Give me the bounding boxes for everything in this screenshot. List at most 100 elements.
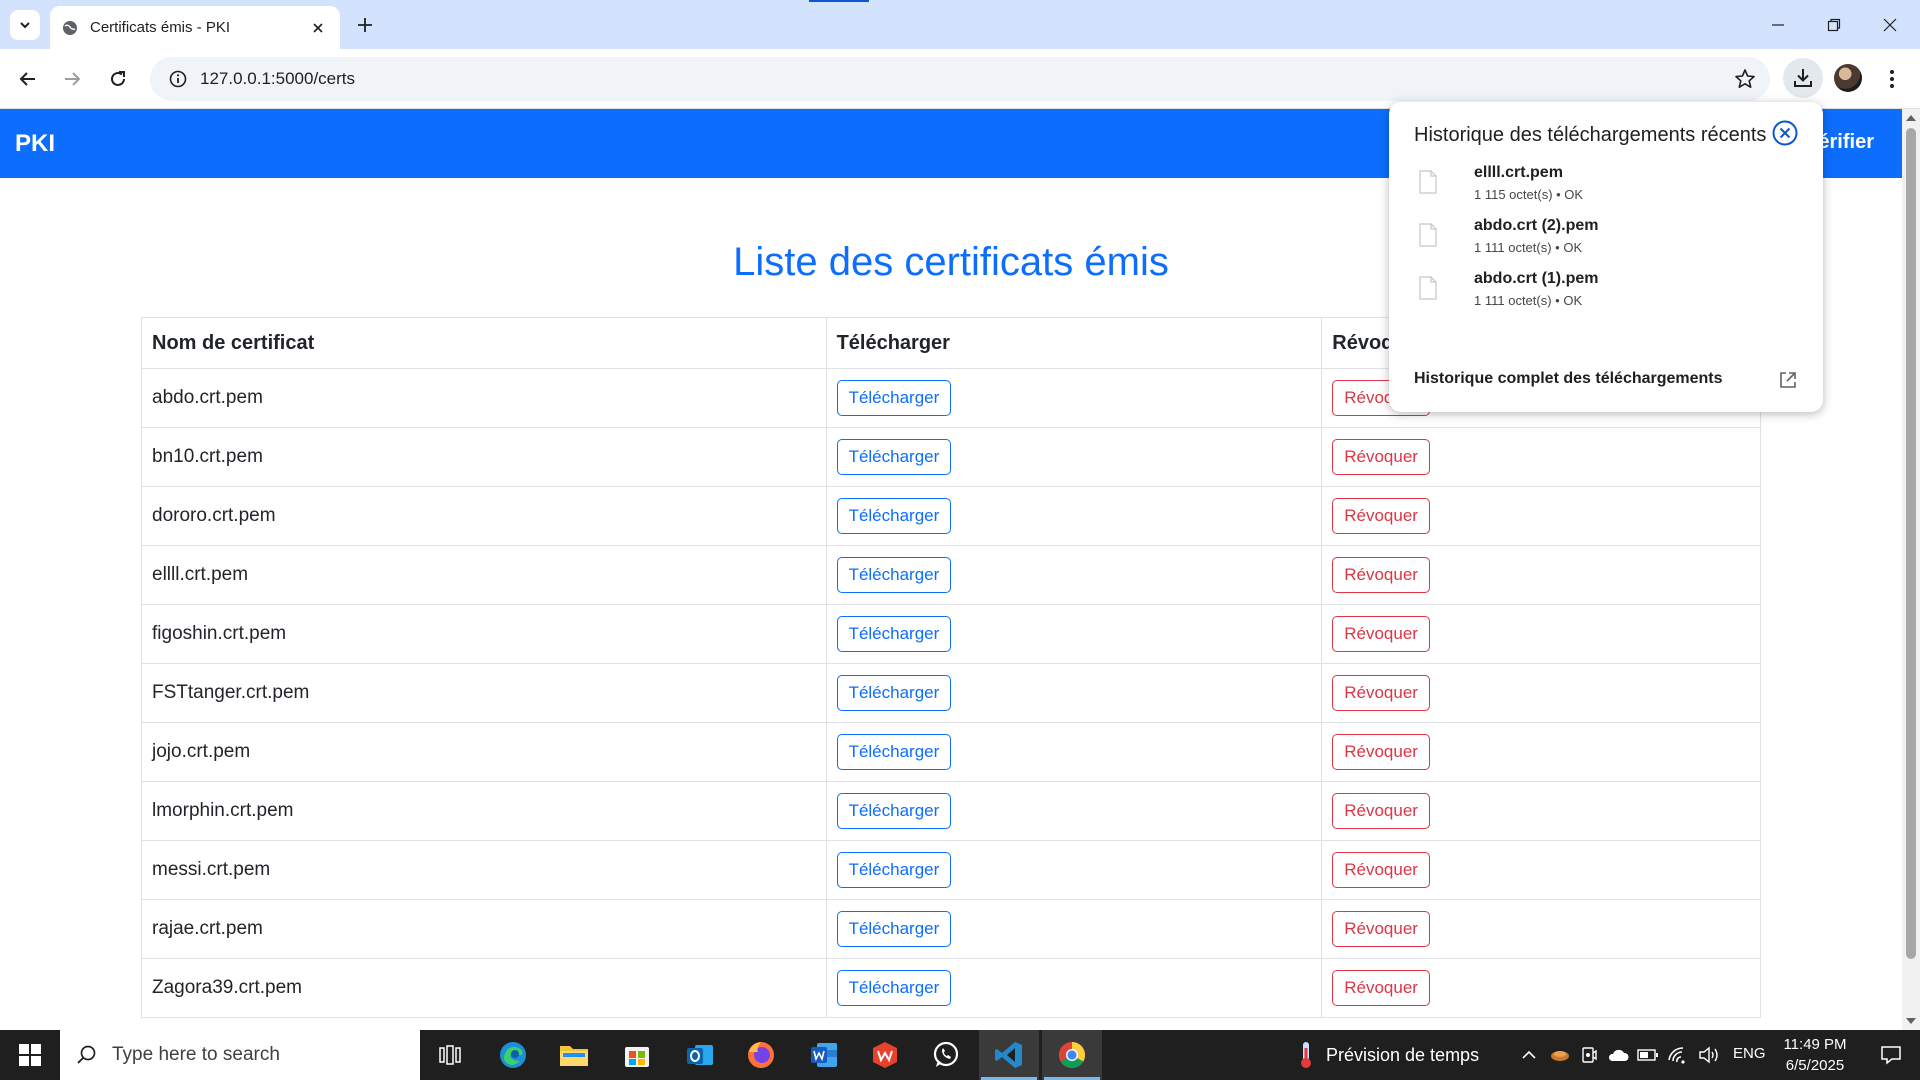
minimize-button[interactable] <box>1750 0 1806 49</box>
download-button[interactable]: Télécharger <box>836 616 952 652</box>
close-circle-icon[interactable] <box>1772 120 1798 146</box>
download-item[interactable]: abdo.crt (2).pem 1 111 octet(s) • OK <box>1419 217 1799 267</box>
chrome-icon[interactable] <box>1042 1030 1102 1080</box>
cert-name: messi.crt.pem <box>152 859 271 880</box>
wifi-icon[interactable] <box>1664 1030 1692 1080</box>
wps-office-icon[interactable] <box>855 1030 915 1080</box>
tray-app-icon[interactable] <box>1546 1030 1574 1080</box>
cert-name: jojo.crt.pem <box>152 741 251 762</box>
input-language-indicator[interactable]: ENG <box>1733 1045 1766 1062</box>
reload-button[interactable] <box>103 64 133 94</box>
cert-name-cell: bn10.crt.pem <box>141 427 827 487</box>
forward-button[interactable] <box>57 64 87 94</box>
onedrive-cloud-icon[interactable] <box>1604 1030 1632 1080</box>
tab-search-button[interactable] <box>10 10 40 40</box>
download-button[interactable]: Télécharger <box>836 675 952 711</box>
outlook-icon[interactable] <box>670 1030 730 1080</box>
tab-close-icon[interactable] <box>308 18 328 38</box>
windows-taskbar: Type here to search Prévision de temps E… <box>0 1030 1920 1080</box>
download-button[interactable]: Télécharger <box>836 380 952 416</box>
full-download-history-link[interactable]: Historique complet des téléchargements <box>1414 370 1723 388</box>
download-button[interactable]: Télécharger <box>836 793 952 829</box>
cert-name: abdo.crt.pem <box>152 387 263 408</box>
download-button[interactable]: Télécharger <box>836 734 952 770</box>
weather-widget[interactable]: Prévision de temps <box>1298 1030 1479 1080</box>
download-button[interactable]: Télécharger <box>836 439 952 475</box>
microsoft-store-icon[interactable] <box>607 1030 667 1080</box>
bookmark-star-icon[interactable] <box>1734 68 1756 95</box>
profile-avatar[interactable] <box>1834 64 1862 92</box>
scroll-up-arrow-icon[interactable] <box>1906 113 1916 123</box>
taskbar-clock[interactable]: 11:49 PM 6/5/2025 <box>1770 1034 1860 1076</box>
open-in-new-icon[interactable] <box>1778 370 1798 390</box>
revoke-cell: Révoquer <box>1321 427 1761 487</box>
scrollbar-thumb[interactable] <box>1906 128 1916 959</box>
revoke-button[interactable]: Révoquer <box>1332 911 1430 947</box>
scroll-down-arrow-icon[interactable] <box>1906 1016 1916 1026</box>
tabstrip-indicator <box>809 0 869 2</box>
downloads-button[interactable] <box>1783 58 1823 98</box>
meet-now-icon[interactable] <box>1576 1030 1602 1080</box>
revoke-button[interactable]: Révoquer <box>1332 970 1430 1006</box>
download-item[interactable]: abdo.crt (1).pem 1 111 octet(s) • OK <box>1419 270 1799 320</box>
browser-tabstrip: Certificats émis - PKI <box>0 0 1920 49</box>
cert-name: figoshin.crt.pem <box>152 623 287 644</box>
close-icon <box>1883 18 1897 31</box>
app-brand[interactable]: PKI <box>15 130 55 158</box>
show-hidden-icons-chevron-icon[interactable] <box>1516 1030 1542 1080</box>
tab-title: Certificats émis - PKI <box>90 19 231 36</box>
revoke-button[interactable]: Révoquer <box>1332 793 1430 829</box>
browser-tab-active[interactable]: Certificats émis - PKI <box>50 6 340 49</box>
revoke-button[interactable]: Révoquer <box>1332 852 1430 888</box>
taskbar-search-box[interactable]: Type here to search <box>60 1030 420 1080</box>
start-button[interactable] <box>0 1030 60 1080</box>
download-file-meta: 1 111 octet(s) • OK <box>1474 293 1583 308</box>
download-cell: Télécharger <box>825 781 1323 841</box>
cert-name: FSTtanger.crt.pem <box>152 682 310 703</box>
word-icon[interactable] <box>794 1030 854 1080</box>
windows-logo-icon <box>19 1044 41 1066</box>
download-button[interactable]: Télécharger <box>836 911 952 947</box>
download-file-meta: 1 115 octet(s) • OK <box>1474 187 1584 202</box>
revoke-button[interactable]: Révoquer <box>1332 439 1430 475</box>
notification-center-icon[interactable] <box>1862 1030 1920 1080</box>
restore-button[interactable] <box>1806 0 1862 49</box>
vscode-icon[interactable] <box>979 1030 1039 1080</box>
browser-menu-button[interactable] <box>1880 64 1904 94</box>
revoke-button[interactable]: Révoquer <box>1332 734 1430 770</box>
download-icon <box>1794 69 1812 87</box>
file-icon <box>1419 276 1437 300</box>
weather-text: Prévision de temps <box>1326 1044 1480 1065</box>
download-button[interactable]: Télécharger <box>836 970 952 1006</box>
revoke-button[interactable]: Révoquer <box>1332 498 1430 534</box>
revoke-button[interactable]: Révoquer <box>1332 557 1430 593</box>
revoke-button[interactable]: Révoquer <box>1332 675 1430 711</box>
battery-icon[interactable] <box>1634 1030 1662 1080</box>
clock-time: 11:49 PM <box>1783 1036 1847 1053</box>
back-button[interactable] <box>13 64 43 94</box>
download-item[interactable]: ellll.crt.pem 1 115 octet(s) • OK <box>1419 164 1799 214</box>
download-button[interactable]: Télécharger <box>836 852 952 888</box>
column-header-name: Nom de certificat <box>141 317 827 369</box>
site-info-icon[interactable] <box>156 70 200 88</box>
task-view-icon[interactable] <box>420 1030 480 1080</box>
close-window-button[interactable] <box>1862 0 1918 49</box>
download-button[interactable]: Télécharger <box>836 557 952 593</box>
volume-icon[interactable] <box>1694 1030 1724 1080</box>
edge-icon[interactable] <box>483 1030 543 1080</box>
revoke-cell: Révoquer <box>1321 663 1761 723</box>
reload-icon <box>111 71 125 86</box>
download-button[interactable]: Télécharger <box>836 498 952 534</box>
firefox-icon[interactable] <box>731 1030 791 1080</box>
revoke-cell: Révoquer <box>1321 840 1761 900</box>
address-bar[interactable]: 127.0.0.1:5000/certs <box>150 57 1770 101</box>
whatsapp-icon[interactable] <box>916 1030 976 1080</box>
minimize-icon <box>1772 23 1784 26</box>
page-scrollbar[interactable] <box>1902 109 1920 1030</box>
revoke-button[interactable]: Révoquer <box>1332 616 1430 652</box>
cert-name-cell: jojo.crt.pem <box>141 722 827 782</box>
chevron-down-icon <box>20 22 30 29</box>
new-tab-button[interactable] <box>352 12 378 38</box>
download-cell: Télécharger <box>825 840 1323 900</box>
file-explorer-icon[interactable] <box>544 1030 604 1080</box>
